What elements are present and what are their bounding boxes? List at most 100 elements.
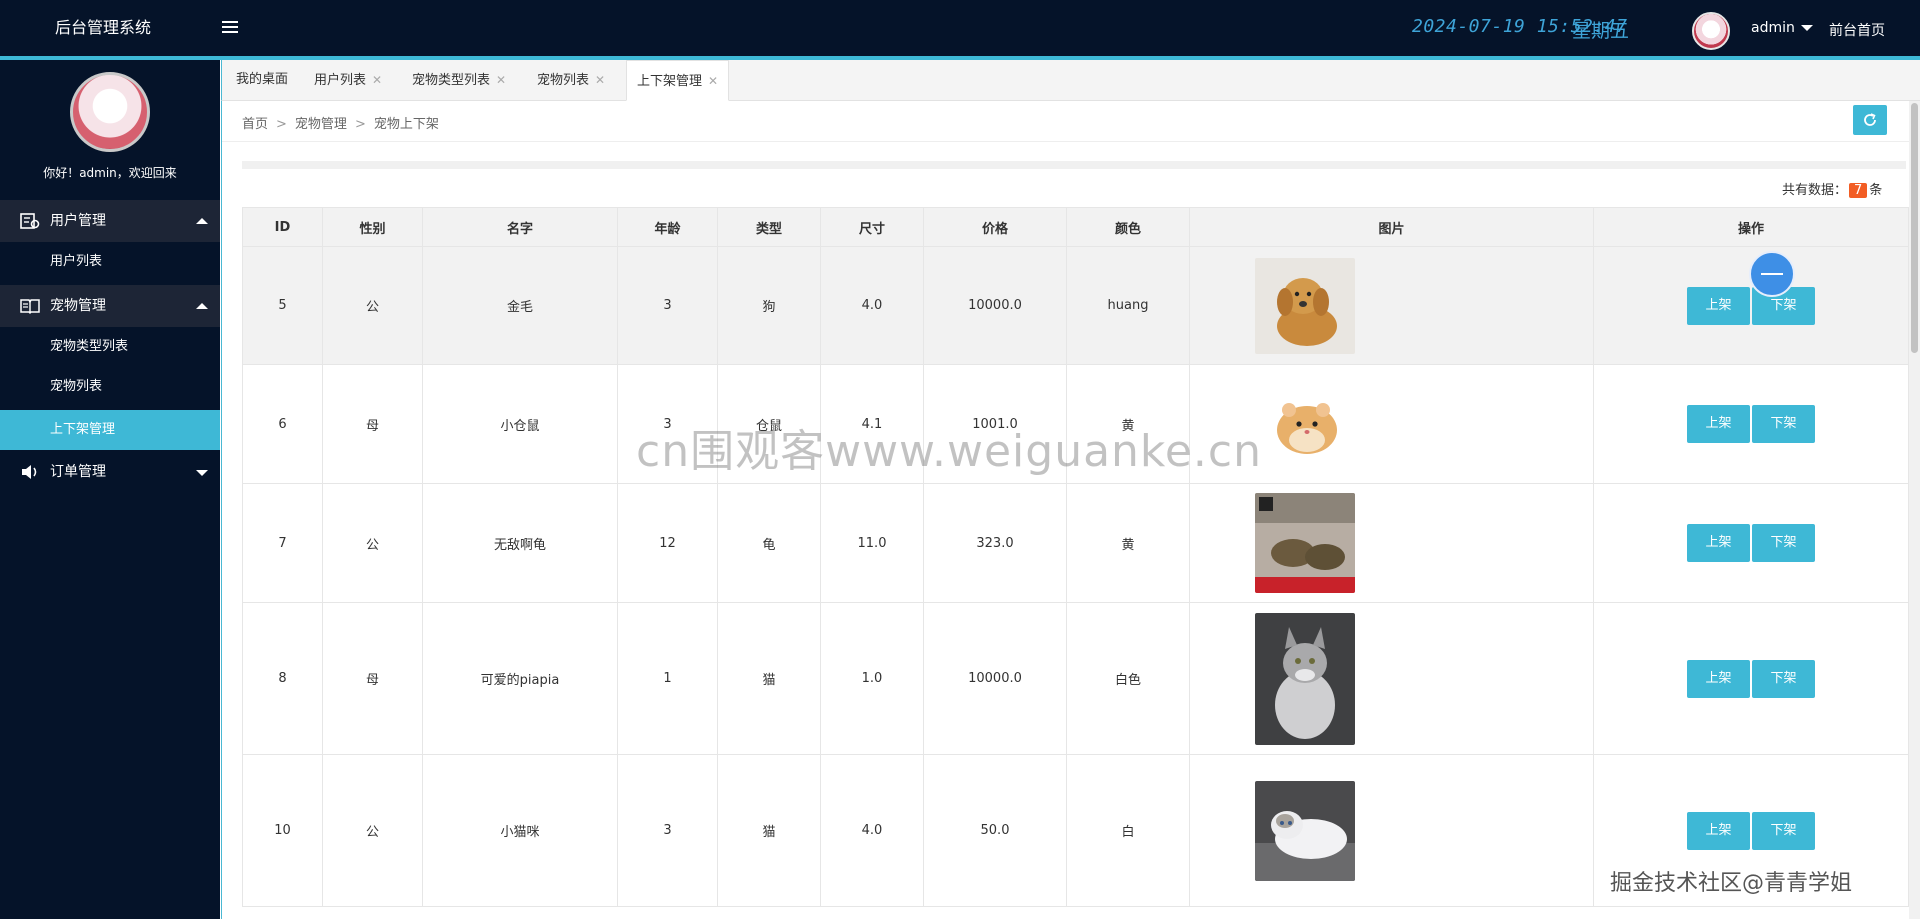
sidebar-item-user-list[interactable]: 用户列表: [0, 242, 220, 282]
main-content: 首页 > 宠物管理 > 宠物上下架 共有数据： 7 条 ID 性别 名字 年龄 类型 尺寸 …: [221, 101, 1920, 919]
floating-action-button[interactable]: [1749, 251, 1795, 297]
cell-price: 50.0: [923, 754, 1067, 907]
menu-toggle-icon[interactable]: [222, 18, 238, 34]
total-count: 共有数据： 7 条: [1782, 179, 1882, 198]
cell-name: 可爱的piapia: [422, 602, 618, 755]
cell-age: 12: [617, 483, 718, 603]
cell-age: 3: [617, 246, 718, 365]
divider: [222, 141, 1920, 142]
app-logo: 后台管理系统: [54, 18, 151, 37]
chevron-up-icon: [196, 218, 208, 224]
pet-image-ragdoll: [1255, 780, 1355, 881]
admin-menu[interactable]: admin: [1751, 20, 1813, 36]
sidebar-item-label: 上下架管理: [50, 422, 116, 437]
cell-price: 10000.0: [923, 246, 1067, 365]
chevron-up-icon: [196, 303, 208, 309]
column-header: 年龄: [617, 207, 718, 247]
on-shelf-button[interactable]: 上架: [1687, 286, 1750, 325]
off-shelf-button[interactable]: 下架: [1752, 405, 1815, 443]
sidebar-group-pet[interactable]: 宠物管理: [0, 285, 220, 327]
sidebar-item-pet-list[interactable]: 宠物列表: [0, 367, 220, 407]
cell-gender: 公: [322, 754, 423, 907]
cell-name: 小猫咪: [422, 754, 618, 907]
header-avatar[interactable]: [1692, 12, 1730, 50]
weekday-display: 星期五: [1572, 20, 1630, 42]
cell-type: 猫: [717, 602, 821, 755]
pet-image-maine-coon: [1255, 612, 1355, 745]
column-header: 图片: [1189, 207, 1594, 247]
vertical-scrollbar[interactable]: [1909, 101, 1920, 919]
total-suffix: 条: [1869, 183, 1883, 198]
breadcrumb-home[interactable]: 首页: [242, 117, 268, 132]
cell-color: huang: [1066, 246, 1190, 365]
tab-shelf-manage[interactable]: 上下架管理 ✕: [626, 60, 730, 101]
chevron-down-icon: [1800, 25, 1813, 31]
refresh-button[interactable]: [1853, 105, 1887, 135]
on-shelf-button[interactable]: 上架: [1687, 811, 1750, 850]
pet-image-golden-retriever: [1255, 257, 1355, 354]
close-icon[interactable]: ✕: [708, 74, 718, 88]
tab-label: 宠物列表: [537, 73, 590, 88]
cell-actions: 上架 下架: [1593, 483, 1909, 603]
column-header: 价格: [923, 207, 1067, 247]
column-header: 颜色: [1066, 207, 1190, 247]
cell-actions: 上架 下架: [1593, 602, 1909, 755]
cell-color: 白色: [1066, 602, 1190, 755]
tab-user-list[interactable]: 用户列表 ✕: [314, 60, 382, 100]
speaker-icon: [22, 465, 37, 479]
table-header-row: ID 性别 名字 年龄 类型 尺寸 价格 颜色 图片 操作: [242, 207, 1909, 247]
pet-table: ID 性别 名字 年龄 类型 尺寸 价格 颜色 图片 操作 5 公 金毛 3 狗…: [242, 207, 1909, 907]
sidebar-item-shelf-manage[interactable]: 上下架管理: [0, 410, 220, 450]
cell-id: 6: [242, 364, 323, 484]
breadcrumb-pet-manage[interactable]: 宠物管理: [295, 117, 347, 132]
cell-id: 8: [242, 602, 323, 755]
off-shelf-button[interactable]: 下架: [1752, 811, 1815, 850]
cell-id: 5: [242, 246, 323, 365]
close-icon[interactable]: ✕: [595, 73, 605, 87]
cell-color: 黄: [1066, 483, 1190, 603]
tab-pet-list[interactable]: 宠物列表 ✕: [537, 60, 605, 100]
cell-id: 7: [242, 483, 323, 603]
book-icon: [20, 299, 40, 315]
refresh-icon: [1864, 113, 1876, 126]
watermark-text: cn围观客www.weiguanke.cn: [636, 426, 1262, 477]
chevron-down-icon: [196, 470, 208, 476]
sidebar-group-order[interactable]: 订单管理: [0, 451, 220, 493]
cell-age: 3: [617, 754, 718, 907]
on-shelf-button[interactable]: 上架: [1687, 405, 1750, 443]
column-header: ID: [242, 207, 323, 247]
off-shelf-button[interactable]: 下架: [1752, 659, 1815, 698]
tab-pet-type-list[interactable]: 宠物类型列表 ✕: [412, 60, 506, 100]
on-shelf-button[interactable]: 上架: [1687, 659, 1750, 698]
cell-color: 白: [1066, 754, 1190, 907]
column-header: 性别: [322, 207, 423, 247]
tab-bar: 我的桌面 用户列表 ✕ 宠物类型列表 ✕ 宠物列表 ✕ 上下架管理 ✕: [221, 60, 1920, 101]
close-icon[interactable]: ✕: [496, 73, 506, 87]
sidebar-item-pet-type-list[interactable]: 宠物类型列表: [0, 327, 220, 367]
tab-label: 我的桌面: [236, 72, 289, 87]
front-page-link[interactable]: 前台首页: [1829, 20, 1885, 40]
cell-gender: 母: [322, 602, 423, 755]
sidebar-group-user[interactable]: 用户管理: [0, 200, 220, 242]
column-header: 操作: [1593, 207, 1909, 247]
toolbar-strip: [242, 161, 1906, 169]
count-badge: 7: [1849, 183, 1868, 198]
tab-desktop[interactable]: 我的桌面: [236, 60, 288, 100]
scrollbar-thumb[interactable]: [1911, 103, 1918, 353]
sidebar-group-label: 订单管理: [50, 464, 106, 480]
cell-image: [1189, 483, 1594, 603]
cell-size: 4.0: [820, 246, 924, 365]
sidebar-group-label: 宠物管理: [50, 298, 106, 314]
table-row: 5 公 金毛 3 狗 4.0 10000.0 huang 上架 下架: [242, 246, 1909, 365]
tab-label: 上下架管理: [637, 74, 703, 89]
on-shelf-button[interactable]: 上架: [1687, 524, 1750, 562]
close-icon[interactable]: ✕: [372, 73, 382, 87]
top-header: 后台管理系统 2024-07-19 15:52:47 星期五 admin 前台首…: [0, 0, 1920, 60]
pet-image-turtle: [1255, 493, 1355, 593]
welcome-text: 你好！admin，欢迎回来: [43, 166, 177, 180]
tab-label: 宠物类型列表: [412, 73, 491, 88]
column-header: 尺寸: [820, 207, 924, 247]
cell-size: 1.0: [820, 602, 924, 755]
off-shelf-button[interactable]: 下架: [1752, 524, 1815, 562]
corner-watermark: 掘金技术社区@青青学姐: [1610, 871, 1853, 896]
